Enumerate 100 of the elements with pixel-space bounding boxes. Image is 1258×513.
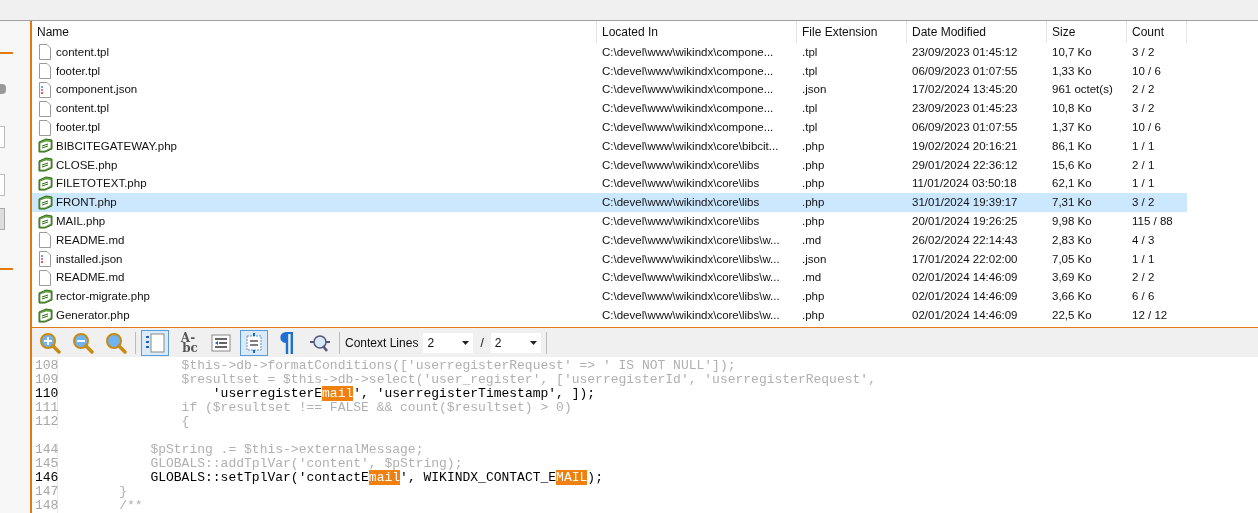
table-cell-text: 1 / 1 [1132, 138, 1155, 154]
table-cell-text: .php [802, 195, 825, 211]
table-cell-text: 17/02/2024 13:45:20 [912, 82, 1018, 98]
table-cell-text: content.tpl [56, 101, 110, 117]
book-icon [37, 157, 53, 174]
column-header[interactable]: File Extension [797, 21, 907, 43]
file-row[interactable]: README.md C:\devel\www\wikindx\core\libs\w... .md 02/01/2024 14:46:09 3,69 Ko 2 / 2 [32, 268, 1187, 288]
table-cell-text: C:\devel\www\wikindx\core\bibcit... [602, 138, 779, 154]
table-cell-text: .tpl [802, 44, 818, 60]
table-cell-text: .php [802, 138, 825, 154]
table-cell-text: 1,33 Ko [1052, 63, 1092, 79]
table-cell-text: .php [802, 157, 825, 173]
column-header[interactable]: Name [32, 21, 597, 43]
file-row[interactable]: rector-migrate.php C:\devel\www\wikindx\core\libs\w... .php 02/01/2024 14:46:09 3,66 Ko 6 / 6 [32, 287, 1187, 307]
caret-icon [529, 340, 537, 345]
file-row[interactable]: footer.tpl C:\devel\www\wikindx\compone... .tpl 06/09/2023 01:07:55 1,37 Ko 10 / 6 [32, 118, 1187, 137]
context-lines-dropdown[interactable]: 2 [423, 332, 474, 353]
table-cell-text: 7,05 Ko [1052, 251, 1092, 267]
context-lines-dropdown[interactable]: 2 [490, 332, 541, 353]
file-row[interactable]: FILETOTEXT.php C:\devel\www\wikindx\core\libs .php 11/01/2024 03:50:18 62,1 Ko 1 / 1 [32, 174, 1187, 194]
caret-icon [462, 340, 470, 345]
code-line: { [180, 415, 190, 429]
table-cell-text: 3 / 2 [1132, 101, 1155, 117]
table-cell-text: C:\devel\www\wikindx\core\libs\w... [602, 232, 780, 248]
separator-slash: / [479, 334, 485, 352]
table-cell-text: .md [802, 232, 822, 248]
table-cell-text: 06/09/2023 01:07:55 [912, 63, 1018, 79]
line-numbers-button[interactable] [141, 329, 169, 356]
table-cell-text: 1,37 Ko [1052, 119, 1092, 135]
file-row[interactable]: footer.tpl C:\devel\www\wikindx\compone... .tpl 06/09/2023 01:07:55 1,33 Ko 10 / 6 [32, 61, 1187, 81]
table-cell-text: 12 / 12 [1132, 307, 1168, 323]
file-icon [39, 100, 51, 117]
table-cell-text: 23/09/2023 01:45:12 [912, 44, 1018, 60]
pilcrow-button[interactable]: ¶ [273, 329, 301, 356]
table-cell-text: 1 / 1 [1132, 176, 1155, 192]
table-cell-text: 11/01/2024 03:50:18 [912, 176, 1017, 192]
table-cell-text: 115 / 88 [1132, 213, 1173, 229]
book-icon [37, 307, 53, 324]
table-cell-text: 31/01/2024 19:39:17 [912, 195, 1018, 211]
table-cell-text: 3 / 2 [1132, 44, 1155, 60]
table-cell-text: 7,31 Ko [1052, 195, 1092, 211]
table-cell-text: 17/01/2024 22:02:00 [912, 251, 1018, 267]
file-row[interactable]: Generator.php C:\devel\www\wikindx\core\libs\w... .php 02/01/2024 14:46:09 22,5 Ko 12 / 12 [32, 306, 1187, 325]
table-cell-text: 10,7 Ko [1052, 44, 1092, 60]
file-row[interactable]: MAIL.php C:\devel\www\wikindx\core\libs .php 20/01/2024 19:26:25 9,98 Ko 115 / 88 [32, 212, 1187, 231]
table-cell-text: footer.tpl [56, 119, 101, 135]
table-cell-text: C:\devel\www\wikindx\compone... [602, 119, 774, 135]
table-cell-text: 9,98 Ko [1052, 213, 1092, 229]
line-number: 108 [32, 359, 58, 373]
file-row[interactable]: content.tpl C:\devel\www\wikindx\compone... .tpl 23/09/2023 01:45:12 10,7 Ko 3 / 2 [32, 43, 1187, 62]
code-line: $pString .= $this->externalMessage; [149, 443, 424, 457]
file-icon [39, 63, 51, 80]
table-cell-text: 2 / 2 [1132, 82, 1155, 98]
table-cell-text: installed.json [56, 251, 123, 267]
text-case-button[interactable]: A- bc [174, 329, 202, 356]
file-row[interactable]: BIBCITEGATEWAY.php C:\devel\www\wikindx\core\bibcit... .php 19/02/2024 20:16:21 86,1 Ko 1 / 1 [32, 137, 1187, 156]
file-row[interactable]: component.json C:\devel\www\wikindx\compone... .json 17/02/2024 13:45:20 961 octet(s) 2 / 2 [32, 80, 1187, 100]
line-number: 148 [32, 499, 58, 513]
table-cell-text: .php [802, 213, 825, 229]
table-cell-text: 02/01/2024 14:46:09 [912, 307, 1018, 323]
table-cell-text: 19/02/2024 20:16:21 [912, 138, 1018, 154]
table-cell-text: C:\devel\www\wikindx\core\libs\w... [602, 307, 780, 323]
table-cell-text: rector-migrate.php [56, 289, 150, 305]
table-cell-text: Generator.php [56, 307, 130, 323]
table-cell-text: 10,8 Ko [1052, 101, 1092, 117]
column-header[interactable]: Count [1127, 21, 1187, 43]
table-cell-text: C:\devel\www\wikindx\core\libs [602, 213, 760, 229]
table-cell-text: C:\devel\www\wikindx\core\libs [602, 176, 760, 192]
file-row[interactable]: content.tpl C:\devel\www\wikindx\compone... .tpl 23/09/2023 01:45:23 10,8 Ko 3 / 2 [32, 99, 1187, 119]
table-cell-text: C:\devel\www\wikindx\core\libs\w... [602, 251, 780, 267]
table-cell-text: C:\devel\www\wikindx\core\libs [602, 157, 760, 173]
file-icon [39, 269, 51, 286]
column-header[interactable]: Located In [597, 21, 797, 43]
table-cell-text: 15,6 Ko [1052, 157, 1092, 173]
table-cell-text: .php [802, 307, 825, 323]
table-cell-text: .tpl [802, 101, 818, 117]
table-cell-text: FILETOTEXT.php [56, 176, 147, 192]
line-number: 110 [32, 387, 58, 401]
table-cell-text: 23/09/2023 01:45:23 [912, 101, 1018, 117]
data-file-icon [39, 251, 51, 268]
table-cell-text: .tpl [802, 63, 818, 79]
column-header[interactable]: Date Modified [907, 21, 1047, 43]
file-row[interactable]: installed.json C:\devel\www\wikindx\core\libs\w... .json 17/01/2024 22:02:00 7,05 Ko 1 / 1 [32, 249, 1187, 269]
table-cell-text: FRONT.php [56, 195, 117, 211]
table-cell-text: footer.tpl [56, 63, 101, 79]
book-icon [37, 288, 53, 305]
table-cell-text: 02/01/2024 14:46:09 [912, 289, 1018, 305]
file-row[interactable]: CLOSE.php C:\devel\www\wikindx\core\libs .php 29/01/2024 22:36:12 15,6 Ko 2 / 1 [32, 155, 1187, 175]
file-icon [39, 44, 51, 61]
table-cell-text: 02/01/2024 14:46:09 [912, 270, 1018, 286]
table-cell-text: CLOSE.php [56, 157, 118, 173]
file-row[interactable]: FRONT.php C:\devel\www\wikindx\core\libs .php 31/01/2024 19:39:17 7,31 Ko 3 / 2 [32, 193, 1187, 213]
table-cell-text: content.tpl [56, 44, 110, 60]
code-line: /** [118, 499, 143, 513]
context-lines-label: Context Lines [345, 334, 419, 352]
file-row[interactable]: README.md C:\devel\www\wikindx\core\libs\w... .md 26/02/2024 22:14:43 2,83 Ko 4 / 3 [32, 230, 1187, 250]
table-cell-text: .php [802, 176, 825, 192]
outline-button[interactable] [240, 329, 268, 356]
column-header[interactable]: Size [1047, 21, 1127, 43]
book-icon [37, 138, 53, 155]
